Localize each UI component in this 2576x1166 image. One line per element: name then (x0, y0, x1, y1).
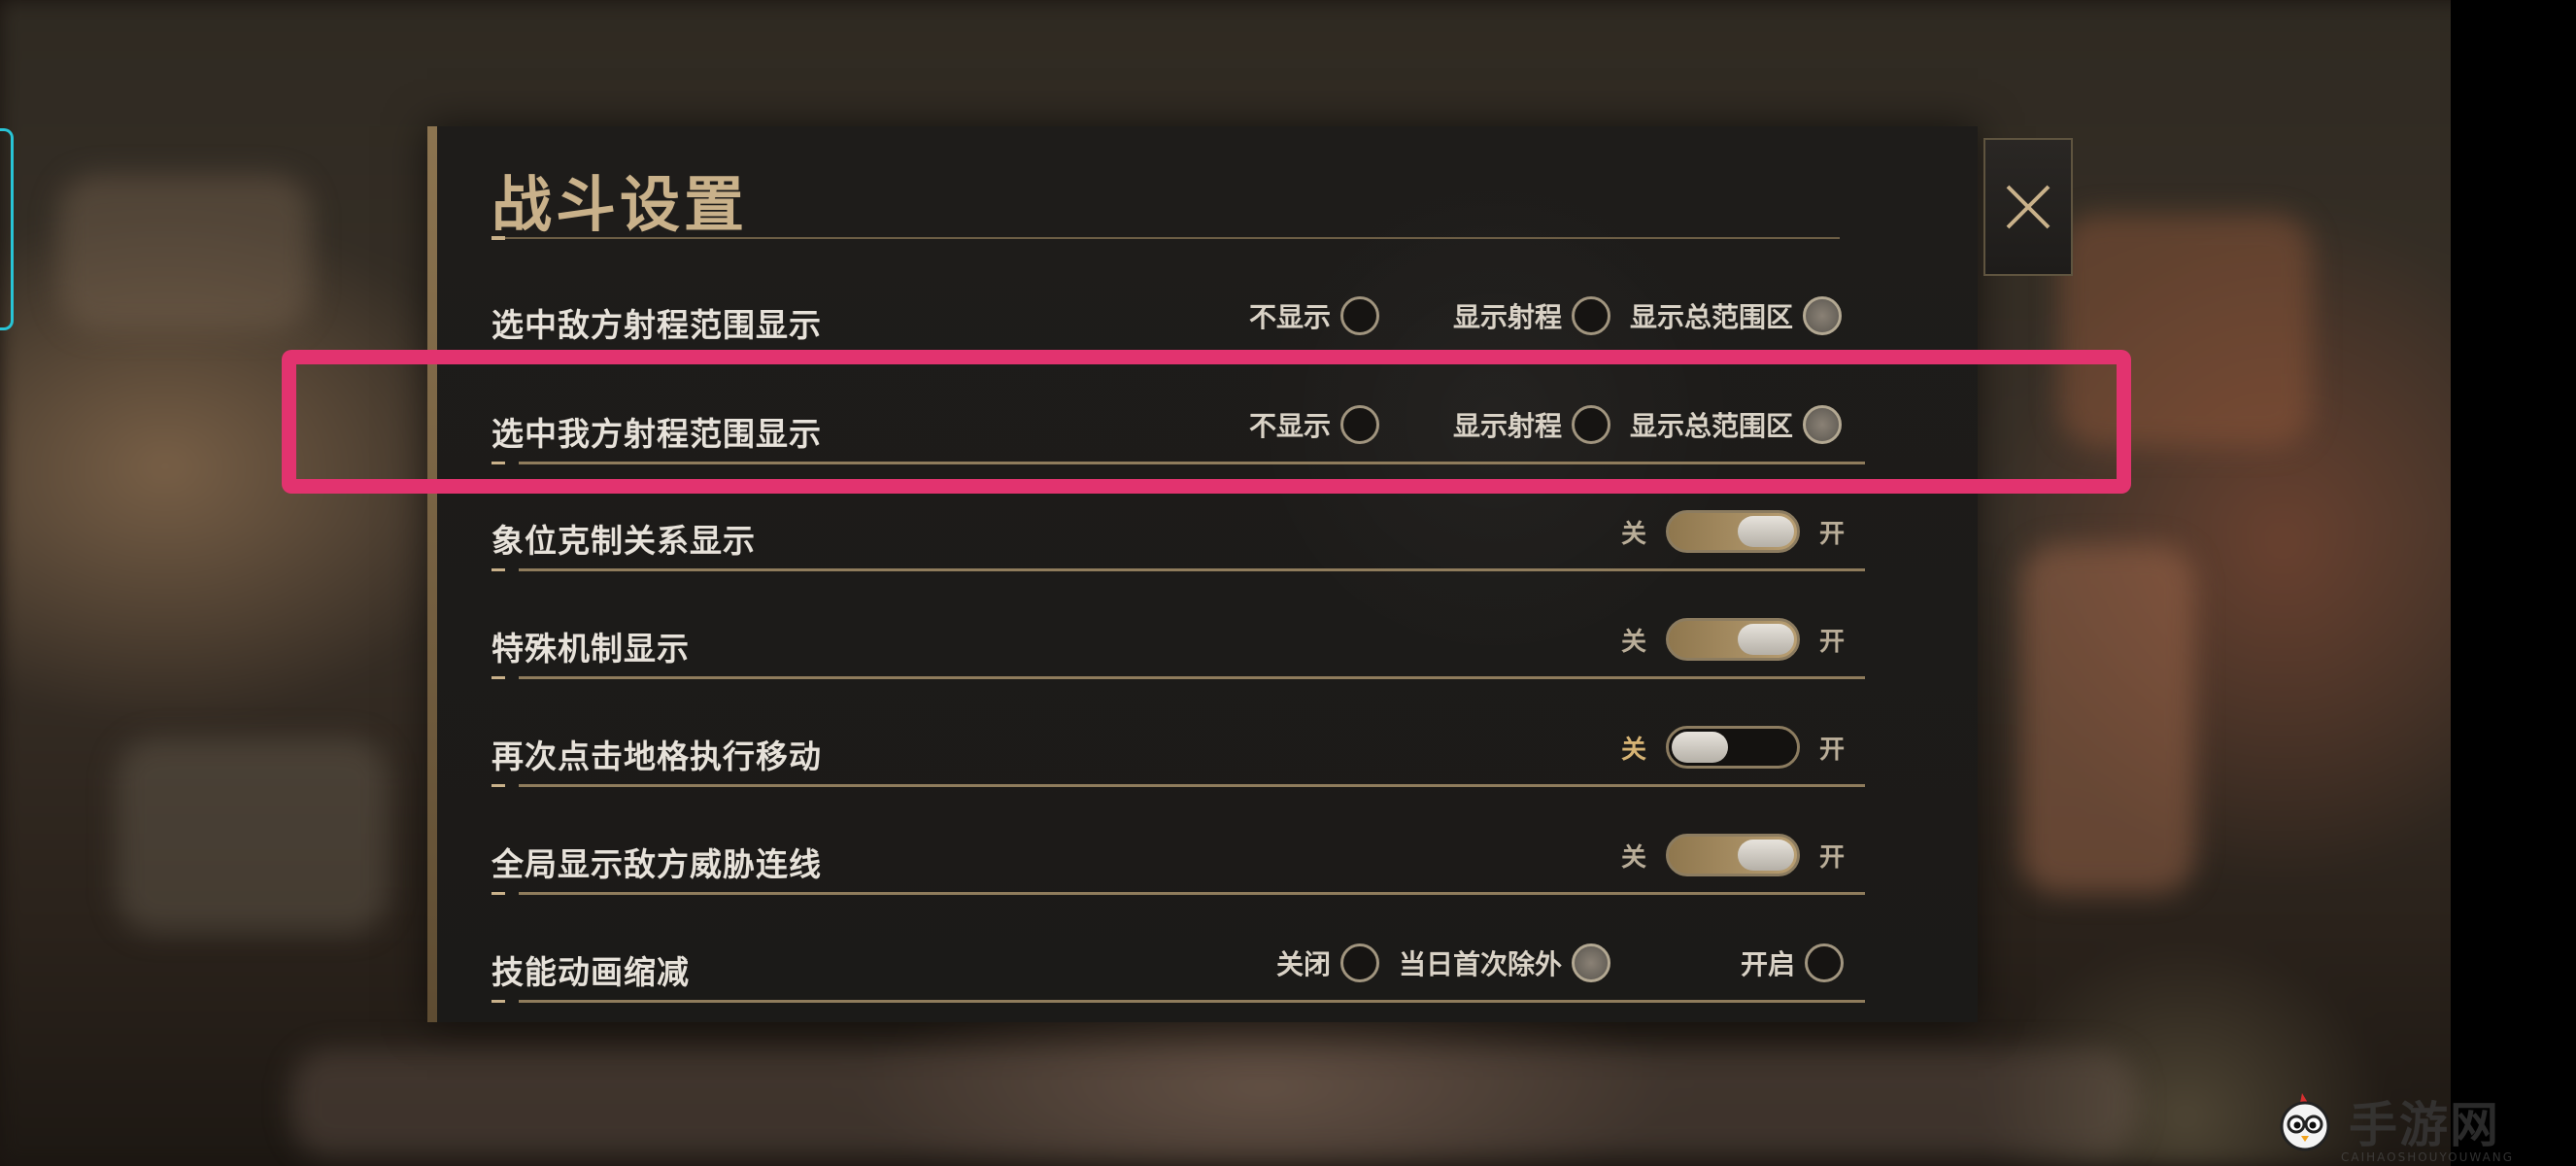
radio-option-total[interactable]: 显示总范围区 (1630, 293, 1843, 338)
option-label: 关闭 (1276, 948, 1332, 980)
close-x-icon (2006, 185, 2051, 229)
toggle-on-label: 开 (1819, 842, 1846, 873)
watermark-text: 手游网 (2349, 1096, 2500, 1153)
setting-label: 技能动画缩减 (491, 953, 690, 991)
left-edge-indicator (0, 128, 14, 330)
setting-label: 象位克制关系显示 (491, 522, 756, 560)
radio-option-none[interactable]: 不显示 (1249, 293, 1380, 338)
row-divider-mark (491, 676, 505, 679)
option-label: 显示总范围区 (1630, 301, 1794, 333)
radio-option-first-daily[interactable]: 当日首次除外 (1399, 941, 1611, 985)
radio-option-off[interactable]: 关闭 (1276, 941, 1380, 985)
setting-row-restraint: 象位克制关系显示 关 开 (491, 507, 1865, 571)
toggle-off-label: 关 (1621, 842, 1647, 873)
toggle-on-label: 开 (1819, 735, 1846, 765)
setting-row-tap-move: 再次点击地格执行移动 关 开 (491, 723, 1865, 787)
radio-button-selected[interactable] (1572, 943, 1611, 982)
row-divider-mark (491, 1000, 505, 1003)
bird-logo-icon (2273, 1089, 2337, 1153)
close-button[interactable] (1983, 138, 2073, 276)
watermark-subtext: CAIHAOSHOUYOUWANG (2341, 1150, 2515, 1164)
radio-button[interactable] (1805, 943, 1845, 982)
toggle-off-label: 关 (1621, 735, 1647, 765)
toggle-control[interactable]: 关 开 (1621, 725, 1845, 770)
row-divider (519, 1000, 1865, 1003)
toggle-control[interactable]: 关 开 (1621, 509, 1845, 554)
toggle-switch[interactable] (1666, 834, 1801, 876)
toggle-switch[interactable] (1666, 618, 1801, 661)
radio-option-on[interactable]: 开启 (1741, 941, 1845, 985)
toggle-switch[interactable] (1666, 510, 1801, 553)
setting-row-skill-animation: 技能动画缩减 关闭 当日首次除外 开启 (491, 939, 1865, 1003)
panel-left-accent (427, 126, 437, 1022)
toggle-knob (1672, 732, 1729, 763)
option-label: 当日首次除外 (1399, 948, 1563, 980)
radio-button[interactable] (1340, 943, 1380, 982)
setting-label: 再次点击地格执行移动 (491, 737, 822, 775)
toggle-knob (1738, 624, 1795, 655)
highlight-box (282, 350, 2131, 494)
toggle-off-label: 关 (1621, 627, 1647, 657)
radio-button[interactable] (1572, 296, 1611, 335)
row-divider-mark (491, 892, 505, 895)
toggle-switch[interactable] (1666, 726, 1801, 769)
row-divider (519, 784, 1865, 787)
title-divider (491, 237, 1840, 239)
toggle-control[interactable]: 关 开 (1621, 617, 1845, 662)
option-label: 显示射程 (1453, 301, 1563, 333)
setting-label: 全局显示敌方威胁连线 (491, 845, 822, 883)
row-divider (519, 676, 1865, 679)
radio-button[interactable] (1340, 296, 1380, 335)
row-divider (519, 568, 1865, 571)
setting-label: 特殊机制显示 (491, 630, 690, 668)
setting-label: 选中敌方射程范围显示 (491, 306, 822, 344)
title-divider-mark (491, 236, 505, 240)
toggle-control[interactable]: 关 开 (1621, 833, 1845, 877)
radio-option-range[interactable]: 显示射程 (1453, 293, 1611, 338)
watermark: 手游网 (2273, 1086, 2500, 1156)
toggle-on-label: 开 (1819, 519, 1846, 549)
setting-row-threat-lines: 全局显示敌方威胁连线 关 开 (491, 831, 1865, 895)
option-label: 开启 (1741, 948, 1796, 980)
row-divider-mark (491, 784, 505, 787)
toggle-knob (1738, 840, 1795, 871)
toggle-on-label: 开 (1819, 627, 1846, 657)
setting-row-special-mechanic: 特殊机制显示 关 开 (491, 615, 1865, 679)
row-divider (519, 892, 1865, 895)
radio-button-selected[interactable] (1803, 296, 1843, 335)
toggle-off-label: 关 (1621, 519, 1647, 549)
page-title: 战斗设置 (491, 169, 749, 240)
row-divider-mark (491, 568, 505, 571)
option-label: 不显示 (1249, 301, 1332, 333)
toggle-knob (1738, 516, 1795, 547)
